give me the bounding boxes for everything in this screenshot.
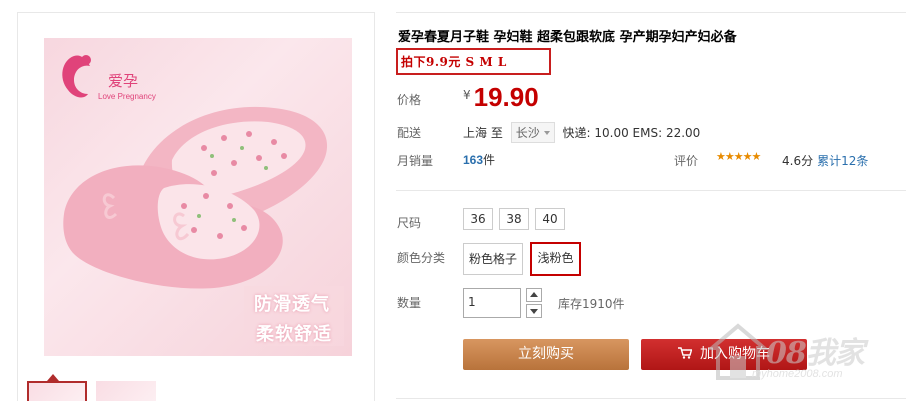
watermark-url: myhome2008.com xyxy=(752,368,843,380)
bottom-divider xyxy=(396,398,906,399)
product-title: 爱孕春夏月子鞋 孕妇鞋 超柔包跟软底 孕产期孕妇产妇必备 xyxy=(398,30,737,45)
currency-symbol: ¥ xyxy=(463,88,471,102)
color-label: 颜色分类 xyxy=(397,251,446,265)
color-option-pink-check[interactable]: 粉色格子 xyxy=(463,243,523,275)
promo-box: 拍下9.9元 S M L xyxy=(396,48,551,75)
size-option-40[interactable]: 40 xyxy=(535,208,565,230)
site-watermark: 08我家 myhome2008.com xyxy=(700,318,900,388)
ship-from: 上海 xyxy=(463,126,488,140)
shipping-fees: 快递: 10.00 EMS: 22.00 xyxy=(562,126,701,140)
brand-name: 爱孕 xyxy=(108,72,139,90)
product-gallery: 爱孕 Love Pregnancy 防滑透气 柔软舒适 xyxy=(17,12,375,401)
thumbnail-1[interactable] xyxy=(27,381,87,401)
ship-to-city-select[interactable]: 长沙 xyxy=(510,122,555,143)
quantity-label: 数量 xyxy=(397,296,422,310)
image-slogan-2: 柔软舒适 xyxy=(256,324,332,345)
top-divider xyxy=(396,12,906,13)
image-slogan-1: 防滑透气 xyxy=(254,294,330,315)
rating-score: 4.6分 xyxy=(782,154,814,168)
price-label: 价格 xyxy=(397,93,422,107)
quantity-decrease-button[interactable] xyxy=(526,304,542,318)
price: ¥19.90 xyxy=(463,82,539,113)
section-divider xyxy=(396,190,906,191)
rating-stars-icon: ★★★★★ xyxy=(716,150,761,163)
sales-count: 163 xyxy=(463,153,484,167)
ship-to-word: 至 xyxy=(490,126,503,140)
stock-count: 库存1910件 xyxy=(558,297,625,311)
color-option-light-pink[interactable]: 浅粉色 xyxy=(530,242,581,276)
review-count-link[interactable]: 累计12条 xyxy=(817,154,868,168)
product-main-image[interactable]: 爱孕 Love Pregnancy 防滑透气 柔软舒适 xyxy=(44,38,352,356)
sales-unit: 件 xyxy=(483,153,496,167)
size-option-38[interactable]: 38 xyxy=(499,208,529,230)
thumbnail-2[interactable] xyxy=(96,381,156,401)
shipping-label: 配送 xyxy=(397,126,422,140)
rating: 4.6分 累计12条 xyxy=(782,152,868,169)
price-value: 19.90 xyxy=(473,82,539,112)
ship-to-city: 长沙 xyxy=(515,126,540,140)
brand-name-en: Love Pregnancy xyxy=(98,92,156,101)
shipping-info: 上海 至 长沙 快递: 10.00 EMS: 22.00 xyxy=(463,122,700,143)
chevron-down-icon xyxy=(530,309,538,314)
quantity-increase-button[interactable] xyxy=(526,288,542,302)
watermark-text: 08我家 xyxy=(766,336,865,371)
thumbnail-strip xyxy=(26,381,186,401)
quantity-input[interactable]: 1 xyxy=(463,288,521,318)
size-option-36[interactable]: 36 xyxy=(463,208,493,230)
chevron-up-icon xyxy=(530,292,538,297)
thumb-selected-arrow xyxy=(47,374,59,381)
brand-logo xyxy=(62,55,91,98)
cart-icon xyxy=(678,347,692,359)
size-label: 尺码 xyxy=(397,216,422,230)
promo-text: 拍下9.9元 S M L xyxy=(401,55,507,69)
rating-label: 评价 xyxy=(674,154,699,168)
sales-label: 月销量 xyxy=(397,154,434,168)
chevron-down-icon xyxy=(543,131,550,135)
monthly-sales: 163件 xyxy=(463,151,495,168)
buy-now-button[interactable]: 立刻购买 xyxy=(463,339,629,370)
